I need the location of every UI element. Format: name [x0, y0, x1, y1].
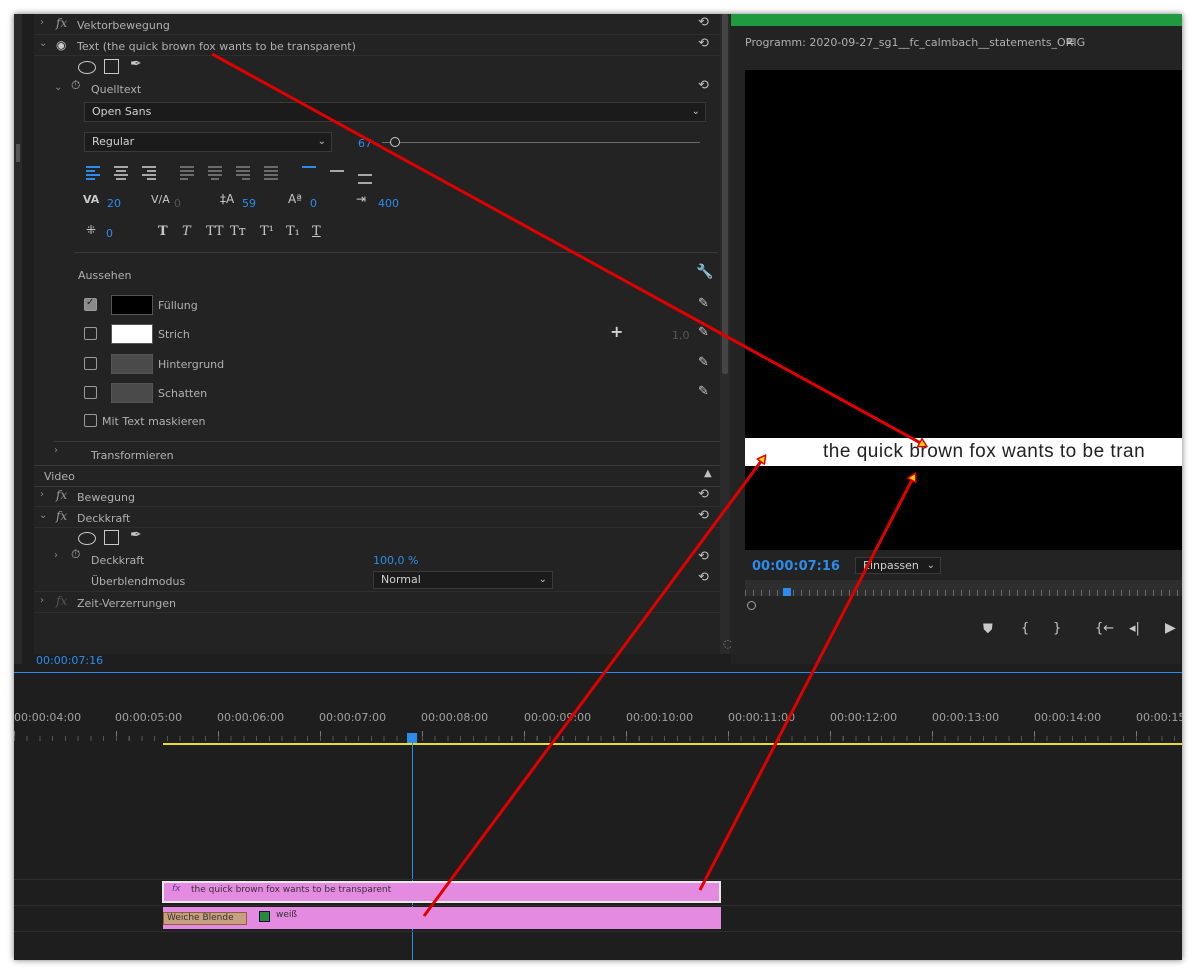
arrow-source-text	[211, 52, 926, 446]
annotation-arrows	[211, 52, 1182, 917]
arrow-caption-center	[698, 474, 915, 891]
arrow-caption-left	[422, 456, 765, 917]
premiere-window: › fx Vektorbewegung ⟲ ⌄ ◉ Text (the quic…	[14, 14, 1182, 960]
